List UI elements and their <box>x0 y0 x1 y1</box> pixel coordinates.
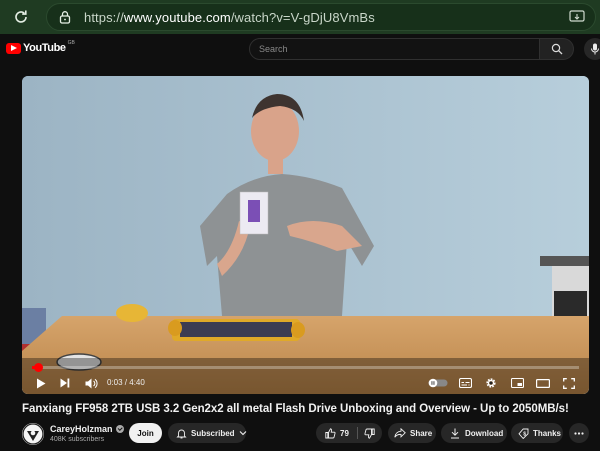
gear-icon <box>486 378 496 388</box>
fullscreen-button[interactable] <box>560 374 578 392</box>
reload-icon[interactable] <box>10 6 32 28</box>
volume-button[interactable] <box>82 374 100 392</box>
subtitles-icon <box>458 378 472 388</box>
miniplayer-icon <box>510 378 524 388</box>
voice-search-button[interactable] <box>584 38 600 60</box>
subscribed-button[interactable]: Subscribed <box>168 423 246 443</box>
microphone-icon <box>591 43 599 55</box>
time-display: 0:03 / 4:40 <box>107 378 145 387</box>
share-button[interactable]: Share <box>388 423 436 443</box>
install-app-icon[interactable] <box>569 10 585 24</box>
play-icon <box>37 378 46 388</box>
volume-icon <box>85 378 98 388</box>
more-horizontal-icon <box>573 427 585 439</box>
dislike-button[interactable] <box>357 427 382 439</box>
like-button[interactable]: 79 <box>316 427 357 439</box>
lock-icon[interactable] <box>58 9 72 25</box>
thumbs-up-icon <box>324 427 336 439</box>
search-icon <box>551 43 562 55</box>
subscriber-count: 408K subscribers <box>50 436 105 443</box>
autoplay-toggle-icon <box>428 378 448 388</box>
verified-icon <box>115 425 124 433</box>
youtube-play-icon <box>6 42 21 54</box>
address-bar[interactable]: https://www.youtube.com/watch?v=V-gDjU8V… <box>46 3 596 31</box>
url-scheme: https:// <box>84 9 124 25</box>
svg-text:$: $ <box>523 431 526 437</box>
video-frame <box>22 76 589 394</box>
thumbs-down-icon <box>364 427 376 439</box>
join-button[interactable]: Join <box>129 423 162 443</box>
play-button[interactable] <box>32 374 50 392</box>
progress-bar[interactable] <box>32 363 579 372</box>
channel-name[interactable]: CareyHolzman <box>50 424 113 434</box>
search-button[interactable] <box>540 38 574 60</box>
download-icon <box>449 427 461 439</box>
theater-mode-icon <box>536 378 550 388</box>
bell-icon <box>176 427 187 439</box>
super-thanks-icon: $ <box>517 427 529 439</box>
like-count: 79 <box>340 428 349 438</box>
subtitles-button[interactable] <box>456 374 474 392</box>
fullscreen-icon <box>563 377 575 389</box>
more-actions-button[interactable] <box>569 423 589 443</box>
thanks-label: Thanks <box>533 428 562 438</box>
next-button[interactable] <box>56 374 74 392</box>
like-divider <box>357 427 358 439</box>
chevron-down-icon <box>239 427 247 439</box>
theater-mode-button[interactable] <box>534 374 552 392</box>
channel-avatar[interactable] <box>22 423 44 445</box>
youtube-logo[interactable]: YouTube GB <box>6 40 75 54</box>
autoplay-toggle[interactable] <box>427 374 449 392</box>
video-title: Fanxiang FF958 2TB USB 3.2 Gen2x2 all me… <box>22 403 569 415</box>
region-code: GB <box>67 40 75 46</box>
progress-scrubber[interactable] <box>34 363 44 372</box>
url-domain: www.youtube.com <box>123 9 231 25</box>
skip-next-icon <box>60 378 70 388</box>
browser-toolbar: https://www.youtube.com/watch?v=V-gDjU8V… <box>0 0 600 34</box>
url-path: /watch?v=V-gDjU8VmBs <box>230 9 375 25</box>
miniplayer-button[interactable] <box>508 374 526 392</box>
player-controls: 0:03 / 4:40 <box>22 372 589 394</box>
channel-name-row[interactable]: CareyHolzman <box>50 424 124 434</box>
download-button[interactable]: Download <box>441 423 507 443</box>
thanks-button[interactable]: $ Thanks <box>511 423 563 443</box>
search-input[interactable] <box>249 38 540 60</box>
like-dislike-group: 79 <box>316 423 382 443</box>
settings-button[interactable] <box>482 374 500 392</box>
logo-text: YouTube <box>23 42 66 54</box>
video-player[interactable]: 0:03 / 4:40 <box>22 76 589 394</box>
url-text[interactable]: https://www.youtube.com/watch?v=V-gDjU8V… <box>84 10 375 25</box>
subscribed-label: Subscribed <box>191 428 235 438</box>
share-label: Share <box>410 428 433 438</box>
share-icon <box>394 427 406 439</box>
channel-logo-icon <box>22 423 44 445</box>
search-box <box>249 38 574 60</box>
download-label: Download <box>465 428 504 438</box>
